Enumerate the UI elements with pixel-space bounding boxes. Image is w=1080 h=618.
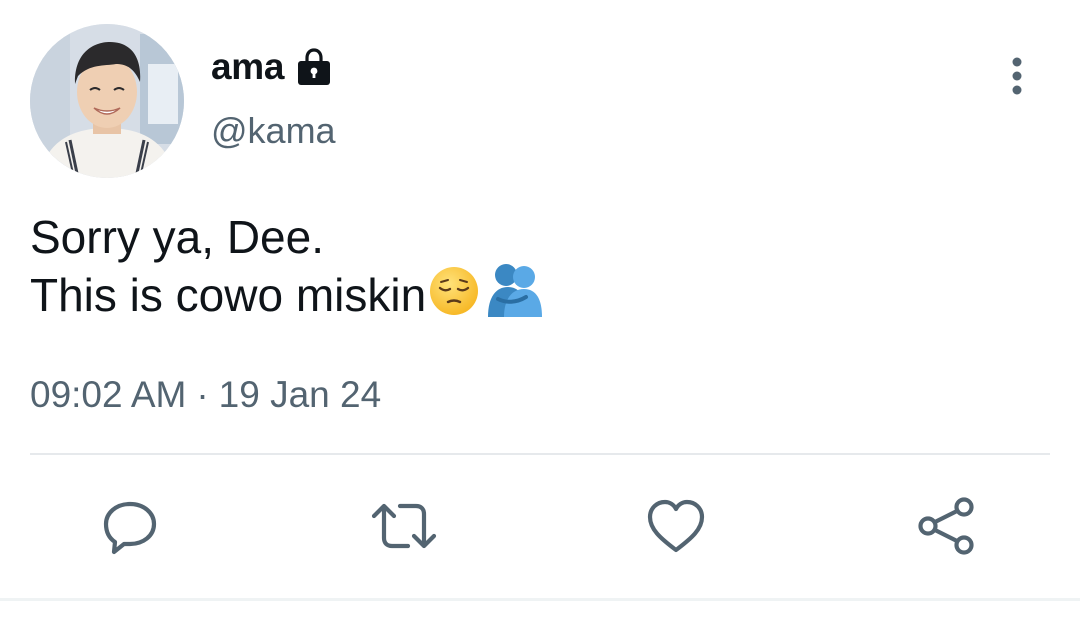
action-bar	[0, 490, 1080, 562]
heart-icon	[647, 499, 705, 553]
people-hugging-emoji	[482, 259, 546, 332]
tweet-card: ama @kama Sorry ya, Dee. This is cowo mi…	[0, 0, 1080, 618]
display-name[interactable]: ama	[211, 46, 284, 88]
display-name-row: ama	[211, 44, 334, 90]
lock-icon	[294, 47, 334, 87]
retweet-icon	[371, 503, 437, 549]
like-button[interactable]	[640, 490, 712, 562]
pensive-face-emoji	[426, 261, 482, 330]
tweet-line-2: This is cowo miskin	[30, 269, 427, 321]
more-vertical-icon	[1012, 57, 1022, 95]
user-handle[interactable]: @kama	[211, 110, 336, 152]
tweet-text: Sorry ya, Dee. This is cowo miskin	[30, 208, 1040, 324]
tweet-date: 19 Jan 24	[218, 374, 382, 415]
retweet-button[interactable]	[368, 490, 440, 562]
share-button[interactable]	[910, 490, 982, 562]
more-options-button[interactable]	[996, 52, 1038, 100]
reply-icon	[103, 501, 157, 555]
bottom-divider	[0, 598, 1080, 601]
divider	[30, 453, 1050, 455]
tweet-timestamp[interactable]: 09:02 AM · 19 Jan 24	[30, 374, 381, 416]
meta-separator: ·	[196, 374, 209, 415]
tweet-time: 09:02 AM	[30, 374, 187, 415]
tweet-line-2-row: This is cowo miskin	[30, 263, 1040, 324]
reply-button[interactable]	[94, 490, 166, 562]
share-icon	[918, 497, 974, 555]
tweet-line-1: Sorry ya, Dee.	[30, 211, 324, 263]
avatar[interactable]	[30, 24, 184, 178]
